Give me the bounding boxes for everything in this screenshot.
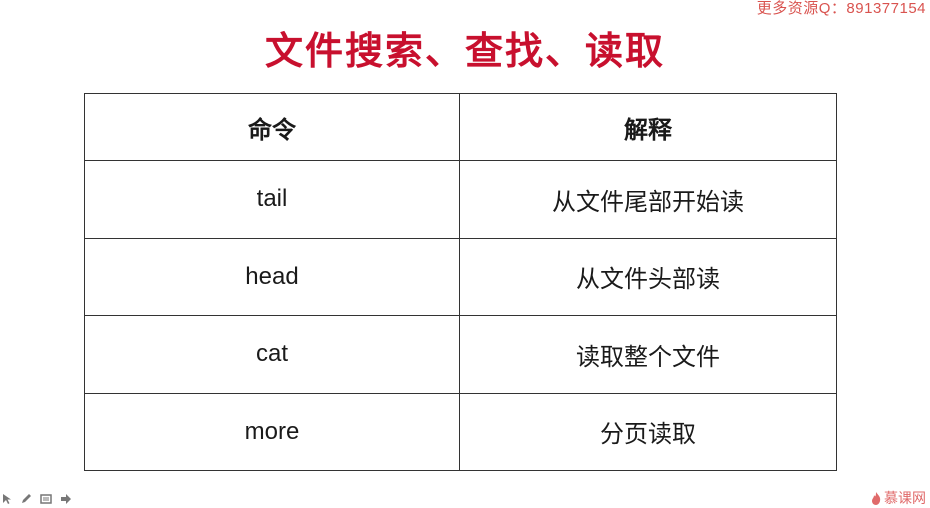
flame-icon [872,491,881,505]
column-header-command: 命令 [84,93,460,161]
explanation-cell: 读取整个文件 [459,315,837,394]
table-row: head 从文件头部读 [84,237,837,316]
command-cell: cat [84,315,460,394]
presentation-toolbar [2,493,72,507]
table-row: tail 从文件尾部开始读 [84,160,837,239]
command-cell: tail [84,160,460,239]
slide-title: 文件搜索、查找、读取 [264,29,665,73]
next-arrow-icon[interactable] [60,493,72,507]
explanation-cell: 从文件头部读 [459,237,837,316]
imooc-logo: 慕课网 [871,488,926,508]
watermark-text: 更多资源Q：891377154 [756,0,926,17]
command-table: 命令 解释 tail 从文件尾部开始读 head 从文件头部读 cat 读取整个… [84,93,837,471]
pen-icon[interactable] [20,493,32,507]
column-header-explanation: 解释 [459,93,837,161]
explanation-cell: 从文件尾部开始读 [459,160,837,239]
pointer-icon[interactable] [2,493,12,507]
command-cell: head [84,237,460,316]
table-row: more 分页读取 [84,392,837,471]
table-row: cat 读取整个文件 [84,315,837,394]
slides-icon[interactable] [40,493,52,507]
explanation-cell: 分页读取 [459,392,837,471]
logo-text: 慕课网 [884,491,926,507]
command-cell: more [84,392,460,471]
table-header-row: 命令 解释 [84,93,837,161]
